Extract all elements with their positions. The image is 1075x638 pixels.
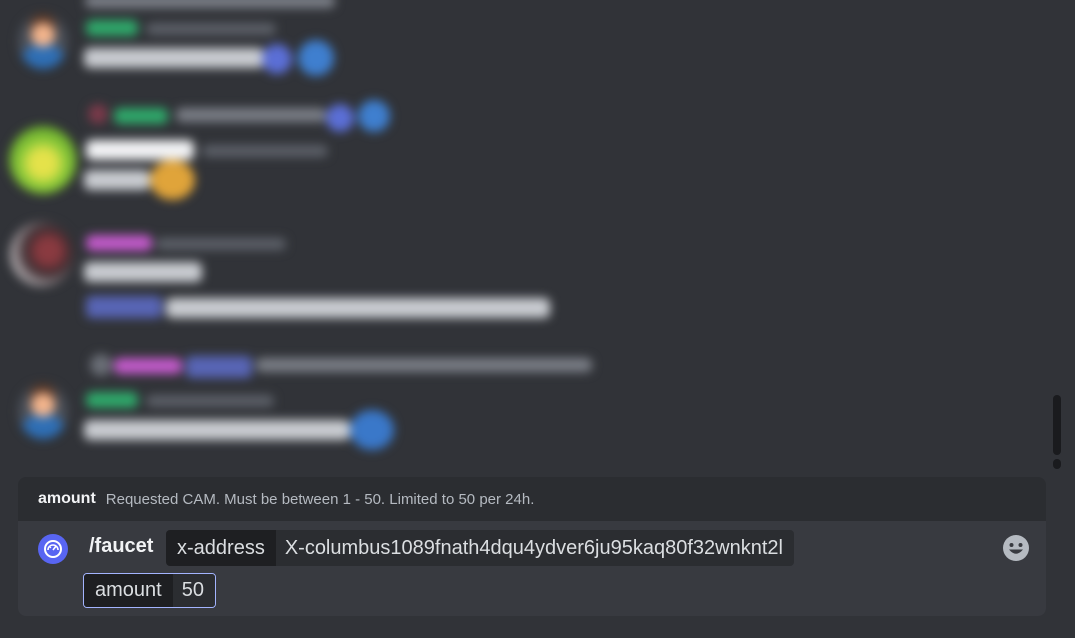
option-description: Requested CAM. Must be between 1 - 50. L… — [105, 490, 535, 508]
discord-channel-view: amount Requested CAM. Must be between 1 … — [0, 0, 1075, 638]
chat-scrollbar[interactable] — [1053, 395, 1061, 470]
message-composer[interactable]: /faucet x-address X-columbus1089fnath4dq… — [18, 521, 1046, 616]
scrollbar-end — [1053, 459, 1061, 469]
option-value-field[interactable]: X-columbus1089fnath4dqu4ydver6ju95kaq80f… — [275, 530, 794, 566]
slash-command: /faucet — [89, 535, 154, 557]
option-key: x-address — [166, 530, 276, 566]
option-x-address[interactable]: x-address X-columbus1089fnath4dqu4ydver6… — [166, 530, 794, 566]
option-name: amount — [38, 490, 96, 507]
avatar — [18, 14, 68, 69]
emoji-picker-icon[interactable] — [1002, 534, 1030, 562]
bot-app-icon — [38, 534, 68, 564]
avatar — [10, 222, 74, 286]
avatar — [18, 384, 68, 439]
scrollbar-thumb[interactable] — [1053, 395, 1061, 455]
option-value-field[interactable]: 50 — [172, 574, 215, 607]
avatar — [9, 126, 77, 194]
message-list[interactable] — [0, 0, 1050, 470]
command-option-hint: amount Requested CAM. Must be between 1 … — [18, 477, 1046, 521]
option-amount[interactable]: amount 50 — [83, 573, 216, 608]
option-key: amount — [84, 574, 173, 607]
